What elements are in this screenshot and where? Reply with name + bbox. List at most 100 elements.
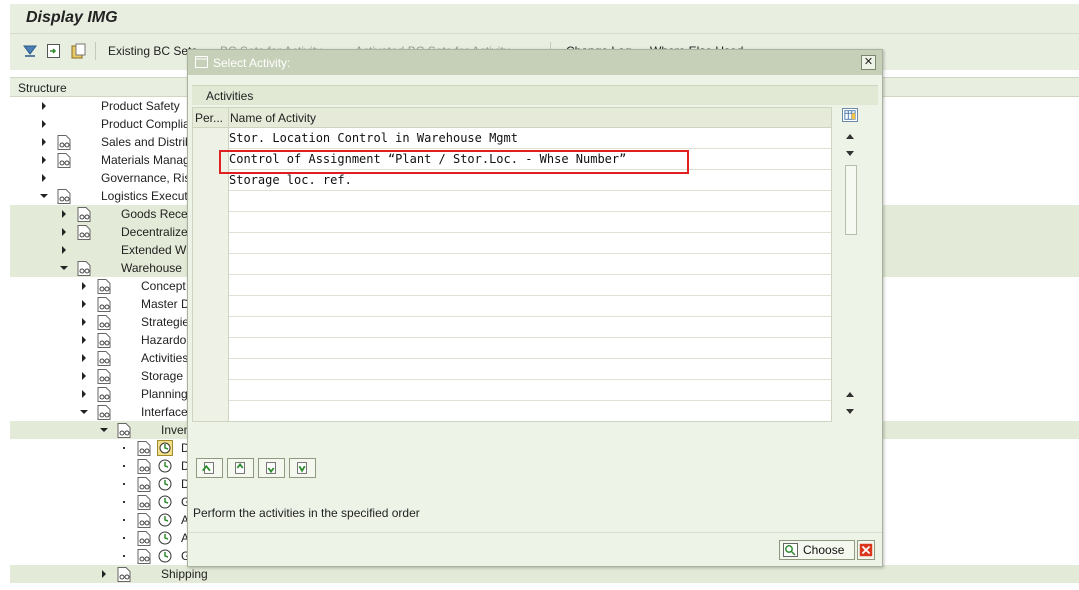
- expand-arrow-icon[interactable]: [42, 138, 46, 146]
- activities-section: Activities: [192, 85, 878, 105]
- scroll-down-icon[interactable]: [846, 409, 854, 414]
- row-selector[interactable]: [193, 296, 229, 317]
- column-header-perform[interactable]: Per...: [193, 108, 229, 128]
- choose-button-label: Choose: [803, 543, 845, 557]
- execute-activity-icon[interactable]: [157, 548, 173, 564]
- glasses-document-icon[interactable]: [137, 531, 151, 546]
- execute-activity-icon[interactable]: [157, 494, 173, 510]
- glasses-document-icon[interactable]: [97, 405, 111, 420]
- row-selector[interactable]: [193, 128, 229, 149]
- table-row[interactable]: [193, 254, 831, 275]
- glasses-document-icon[interactable]: [97, 351, 111, 366]
- vertical-scrollbar[interactable]: [840, 107, 862, 422]
- glasses-document-icon[interactable]: [57, 189, 71, 204]
- glasses-document-icon[interactable]: [117, 567, 131, 582]
- row-selector[interactable]: [193, 233, 229, 254]
- row-selector[interactable]: [193, 191, 229, 212]
- expand-arrow-icon[interactable]: [82, 300, 86, 308]
- column-settings-icon[interactable]: [842, 108, 858, 122]
- collapse-arrow-icon[interactable]: [100, 428, 108, 432]
- table-row[interactable]: [193, 317, 831, 338]
- expand-subtree-icon[interactable]: [22, 43, 38, 59]
- execute-activity-icon[interactable]: [157, 530, 173, 546]
- scroll-thumb[interactable]: [845, 165, 857, 235]
- table-row[interactable]: [193, 401, 831, 421]
- glasses-document-icon[interactable]: [137, 549, 151, 564]
- glasses-document-icon[interactable]: [137, 459, 151, 474]
- table-row[interactable]: [193, 338, 831, 359]
- existing-bc-sets-button[interactable]: Existing BC Sets: [108, 44, 197, 58]
- collapse-arrow-icon[interactable]: [40, 194, 48, 198]
- move-to-bottom-icon[interactable]: [289, 458, 316, 478]
- structure-header-label: Structure: [18, 81, 67, 95]
- table-row[interactable]: [193, 296, 831, 317]
- move-down-icon[interactable]: [258, 458, 285, 478]
- move-to-top-icon[interactable]: [196, 458, 223, 478]
- scroll-down-icon[interactable]: [846, 151, 854, 156]
- glasses-document-icon[interactable]: [57, 153, 71, 168]
- table-row[interactable]: [193, 212, 831, 233]
- glasses-document-icon[interactable]: [77, 207, 91, 222]
- tree-label: Master D: [141, 297, 190, 311]
- glasses-document-icon[interactable]: [137, 495, 151, 510]
- row-selector[interactable]: [193, 338, 229, 359]
- collapse-arrow-icon[interactable]: [60, 266, 68, 270]
- table-row[interactable]: [193, 275, 831, 296]
- expand-arrow-icon[interactable]: [82, 354, 86, 362]
- glasses-document-icon[interactable]: [97, 279, 111, 294]
- find-icon[interactable]: [46, 43, 62, 59]
- execute-activity-icon[interactable]: [157, 512, 173, 528]
- expand-arrow-icon[interactable]: [82, 390, 86, 398]
- row-selector[interactable]: [193, 317, 229, 338]
- expand-arrow-icon[interactable]: [42, 156, 46, 164]
- row-selector[interactable]: [193, 212, 229, 233]
- paste-icon[interactable]: [70, 43, 86, 59]
- table-row[interactable]: [193, 233, 831, 254]
- expand-arrow-icon[interactable]: [62, 246, 66, 254]
- table-row[interactable]: [193, 359, 831, 380]
- expand-arrow-icon[interactable]: [82, 372, 86, 380]
- expand-arrow-icon[interactable]: [102, 570, 106, 578]
- row-selector[interactable]: [193, 275, 229, 296]
- scroll-up-icon[interactable]: [846, 134, 854, 139]
- glasses-document-icon[interactable]: [97, 315, 111, 330]
- execute-activity-icon[interactable]: [157, 440, 173, 456]
- glasses-document-icon[interactable]: [137, 441, 151, 456]
- expand-arrow-icon[interactable]: [42, 174, 46, 182]
- glasses-document-icon[interactable]: [97, 369, 111, 384]
- glasses-document-icon[interactable]: [77, 261, 91, 276]
- expand-arrow-icon[interactable]: [82, 282, 86, 290]
- cancel-icon[interactable]: [857, 540, 875, 560]
- dialog-title-bar[interactable]: Select Activity: ✕: [188, 50, 882, 75]
- close-icon[interactable]: ✕: [861, 55, 876, 70]
- table-row[interactable]: [193, 380, 831, 401]
- table-row[interactable]: Stor. Location Control in Warehouse Mgmt: [193, 128, 831, 149]
- expand-arrow-icon[interactable]: [62, 228, 66, 236]
- glasses-document-icon[interactable]: [137, 513, 151, 528]
- move-up-icon[interactable]: [227, 458, 254, 478]
- glasses-document-icon[interactable]: [77, 225, 91, 240]
- choose-button[interactable]: Choose: [779, 540, 855, 560]
- glasses-document-icon[interactable]: [97, 387, 111, 402]
- tree-row[interactable]: Shipping: [10, 565, 1079, 583]
- expand-arrow-icon[interactable]: [62, 210, 66, 218]
- expand-arrow-icon[interactable]: [42, 102, 46, 110]
- scroll-up-icon[interactable]: [846, 392, 854, 397]
- glasses-document-icon[interactable]: [97, 333, 111, 348]
- row-selector[interactable]: [193, 380, 229, 401]
- column-header-name[interactable]: Name of Activity: [230, 111, 316, 125]
- row-selector[interactable]: [193, 254, 229, 275]
- expand-arrow-icon[interactable]: [82, 336, 86, 344]
- row-selector[interactable]: [193, 359, 229, 380]
- glasses-document-icon[interactable]: [137, 477, 151, 492]
- expand-arrow-icon[interactable]: [82, 318, 86, 326]
- glasses-document-icon[interactable]: [117, 423, 131, 438]
- row-selector[interactable]: [193, 401, 229, 421]
- glasses-document-icon[interactable]: [57, 135, 71, 150]
- glasses-document-icon[interactable]: [97, 297, 111, 312]
- execute-activity-icon[interactable]: [157, 476, 173, 492]
- table-row[interactable]: [193, 191, 831, 212]
- execute-activity-icon[interactable]: [157, 458, 173, 474]
- expand-arrow-icon[interactable]: [42, 120, 46, 128]
- collapse-arrow-icon[interactable]: [80, 410, 88, 414]
